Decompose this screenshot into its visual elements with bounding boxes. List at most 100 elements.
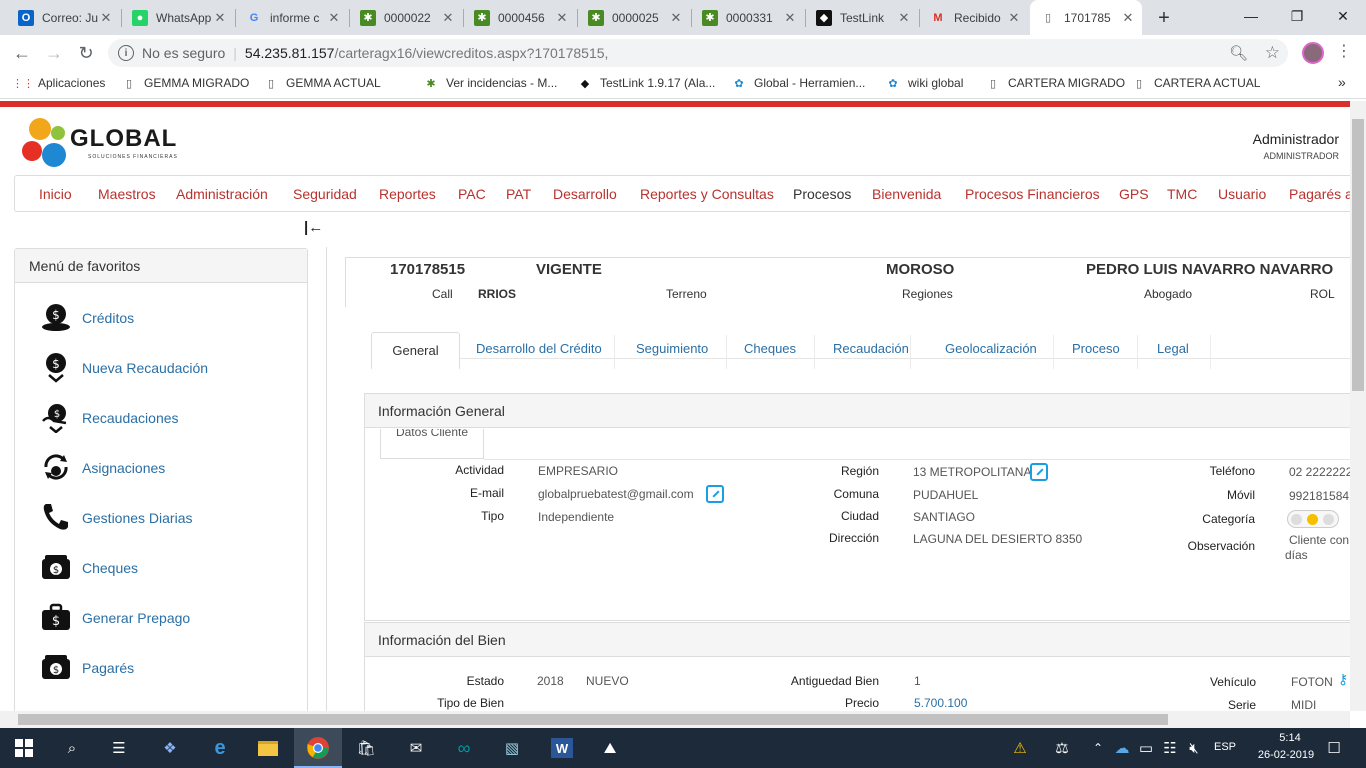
volume-muted-icon[interactable]: 🔇︎ — [1182, 736, 1206, 760]
tab-8[interactable]: Legal — [1157, 341, 1189, 356]
collapse-sidebar-icon[interactable]: |← — [304, 219, 323, 236]
photos-icon[interactable]: ⛰ — [598, 736, 622, 760]
browser-tab-1[interactable]: O Correo: Ju ✕ — [8, 0, 120, 35]
bookmark-4[interactable]: ✱ Ver incidencias - M... — [424, 76, 557, 90]
close-tab-icon[interactable]: ✕ — [326, 10, 342, 26]
new-tab-button[interactable]: + — [1152, 6, 1176, 30]
close-tab-icon[interactable]: ✕ — [668, 10, 684, 26]
people-icon[interactable]: ⚖ — [1050, 736, 1074, 760]
dropbox-icon[interactable]: ❖ — [158, 736, 182, 760]
back-icon[interactable]: ← — [10, 41, 34, 65]
tab-6[interactable]: Geolocalización — [945, 341, 1037, 356]
tab-general[interactable]: General — [371, 332, 460, 369]
tab-2[interactable]: Desarrollo del Crédito — [476, 341, 602, 356]
onedrive-icon[interactable]: ☁ — [1110, 736, 1134, 760]
browser-tab-9[interactable]: M Recibido ✕ — [920, 0, 1028, 35]
tab-7[interactable]: Proceso — [1072, 341, 1120, 356]
favorite-item-5[interactable]: Gestiones Diarias — [82, 510, 193, 526]
bookmarks-more[interactable]: » — [1338, 74, 1346, 90]
battery-icon[interactable]: ▭ — [1134, 736, 1158, 760]
bookmark-2[interactable]: ▯ GEMMA MIGRADO — [122, 76, 249, 90]
cash-icon[interactable]: $ — [40, 551, 72, 583]
close-tab-icon[interactable]: ✕ — [782, 10, 798, 26]
edit-email-icon[interactable] — [706, 485, 724, 503]
favorite-item-3[interactable]: Recaudaciones — [82, 410, 179, 426]
cycle-money-icon[interactable] — [40, 451, 72, 483]
phone-icon[interactable] — [40, 501, 72, 533]
close-tab-icon[interactable]: ✕ — [98, 10, 114, 26]
bookmark-5[interactable]: ◆ TestLink 1.9.17 (Ala... — [578, 76, 716, 90]
profile-avatar[interactable] — [1302, 42, 1324, 64]
briefcase-icon[interactable]: $ — [40, 601, 72, 633]
nav-item-13[interactable]: GPS — [1119, 186, 1149, 202]
menu-icon[interactable]: ⋮ — [1336, 41, 1352, 61]
reload-icon[interactable]: ↻ — [74, 41, 98, 65]
zoom-icon[interactable]: 🔍︎ — [1229, 44, 1248, 62]
language-indicator[interactable]: ESP — [1214, 741, 1236, 753]
browser-tab-10[interactable]: ▯ 1701785 ✕ — [1030, 0, 1142, 35]
notifications-icon[interactable]: ☐ — [1322, 736, 1346, 760]
show-hidden-icons[interactable]: ⌃ — [1086, 736, 1110, 760]
file-explorer-icon[interactable] — [256, 736, 280, 760]
money-in-icon[interactable]: $ — [40, 351, 72, 383]
update-warning-icon[interactable]: ⚠ — [1008, 736, 1032, 760]
edge-icon[interactable]: e — [208, 736, 232, 760]
minimize-button[interactable]: — — [1228, 0, 1274, 32]
browser-tab-5[interactable]: ✱ 0000456 ✕ — [464, 0, 576, 35]
browser-tab-3[interactable]: Ginforme c ✕ — [236, 0, 348, 35]
favorite-item-4[interactable]: Asignaciones — [82, 460, 165, 476]
close-tab-icon[interactable]: ✕ — [1120, 10, 1136, 26]
browser-tab-8[interactable]: ◆ TestLink ✕ — [806, 0, 918, 35]
clock-date[interactable]: 26-02-2019 — [1246, 749, 1326, 761]
favorite-item-8[interactable]: Pagarés — [82, 660, 134, 676]
money-head-icon[interactable]: $ — [40, 301, 72, 333]
nav-item-12[interactable]: Procesos Financieros — [965, 186, 1100, 202]
nav-item-11[interactable]: Bienvenida — [872, 186, 941, 202]
close-window-button[interactable]: ✕ — [1320, 0, 1366, 32]
close-tab-icon[interactable]: ✕ — [440, 10, 456, 26]
money-hand-icon[interactable]: $ — [40, 401, 72, 434]
nav-item-8[interactable]: Desarrollo — [553, 186, 617, 202]
maximize-button[interactable]: ❐ — [1274, 0, 1320, 32]
wallet-icon[interactable]: $ — [40, 651, 72, 683]
nav-item-7[interactable]: PAT — [506, 186, 531, 202]
bookmark-star-icon[interactable]: ☆ — [1265, 43, 1280, 63]
bookmark-8[interactable]: ▯ CARTERA MIGRADO — [986, 76, 1125, 90]
close-tab-icon[interactable]: ✕ — [896, 10, 912, 26]
bookmark-3[interactable]: ▯ GEMMA ACTUAL — [264, 76, 381, 90]
browser-tab-4[interactable]: ✱ 0000022 ✕ — [350, 0, 462, 35]
close-tab-icon[interactable]: ✕ — [212, 10, 228, 26]
key-icon[interactable]: ⚷ — [1338, 671, 1348, 688]
bookmark-6[interactable]: ✿ Global - Herramien... — [732, 76, 865, 90]
wifi-icon[interactable]: ☷ — [1158, 736, 1182, 760]
global-logo[interactable]: GLOBAL SOLUCIONES FINANCIERAS — [20, 113, 180, 173]
bookmark-9[interactable]: ▯ CARTERA ACTUAL — [1132, 76, 1261, 90]
address-bar[interactable]: i No es seguro | 54.235.81.157 /carterag… — [108, 39, 1288, 67]
word-icon[interactable]: W — [550, 736, 574, 760]
close-tab-icon[interactable]: ✕ — [554, 10, 570, 26]
nav-item-16[interactable]: Pagarés a — [1289, 186, 1350, 202]
nav-item-5[interactable]: Reportes — [379, 186, 436, 202]
notes-icon[interactable]: ▧ — [500, 736, 524, 760]
subtab-datos-cliente[interactable]: Datos Cliente — [380, 429, 484, 459]
favorite-item-1[interactable]: Créditos — [82, 310, 134, 326]
clock-time[interactable]: 5:14 — [1262, 732, 1318, 744]
task-view-icon[interactable]: ☰ — [107, 736, 131, 760]
nav-item-14[interactable]: TMC — [1167, 186, 1197, 202]
nav-item-2[interactable]: Maestros — [98, 186, 156, 202]
forward-icon[interactable]: → — [42, 41, 66, 65]
horizontal-scroll-thumb[interactable] — [18, 714, 1168, 725]
nav-item-15[interactable]: Usuario — [1218, 186, 1266, 202]
close-tab-icon[interactable]: ✕ — [1006, 10, 1022, 26]
vertical-scrollbar[interactable] — [1350, 101, 1366, 711]
nav-item-4[interactable]: Seguridad — [293, 186, 357, 202]
mail-icon[interactable]: ✉ — [404, 736, 428, 760]
info-icon[interactable]: i — [118, 45, 134, 61]
tab-4[interactable]: Cheques — [744, 341, 796, 356]
chrome-taskbar-button[interactable] — [294, 728, 342, 768]
browser-tab-7[interactable]: ✱ 0000331 ✕ — [692, 0, 804, 35]
store-icon[interactable]: 🛍︎ — [354, 736, 378, 760]
horizontal-scrollbar[interactable] — [0, 711, 1350, 728]
nav-item-10[interactable]: Procesos — [793, 186, 851, 202]
nav-item-3[interactable]: Administración — [176, 186, 268, 202]
